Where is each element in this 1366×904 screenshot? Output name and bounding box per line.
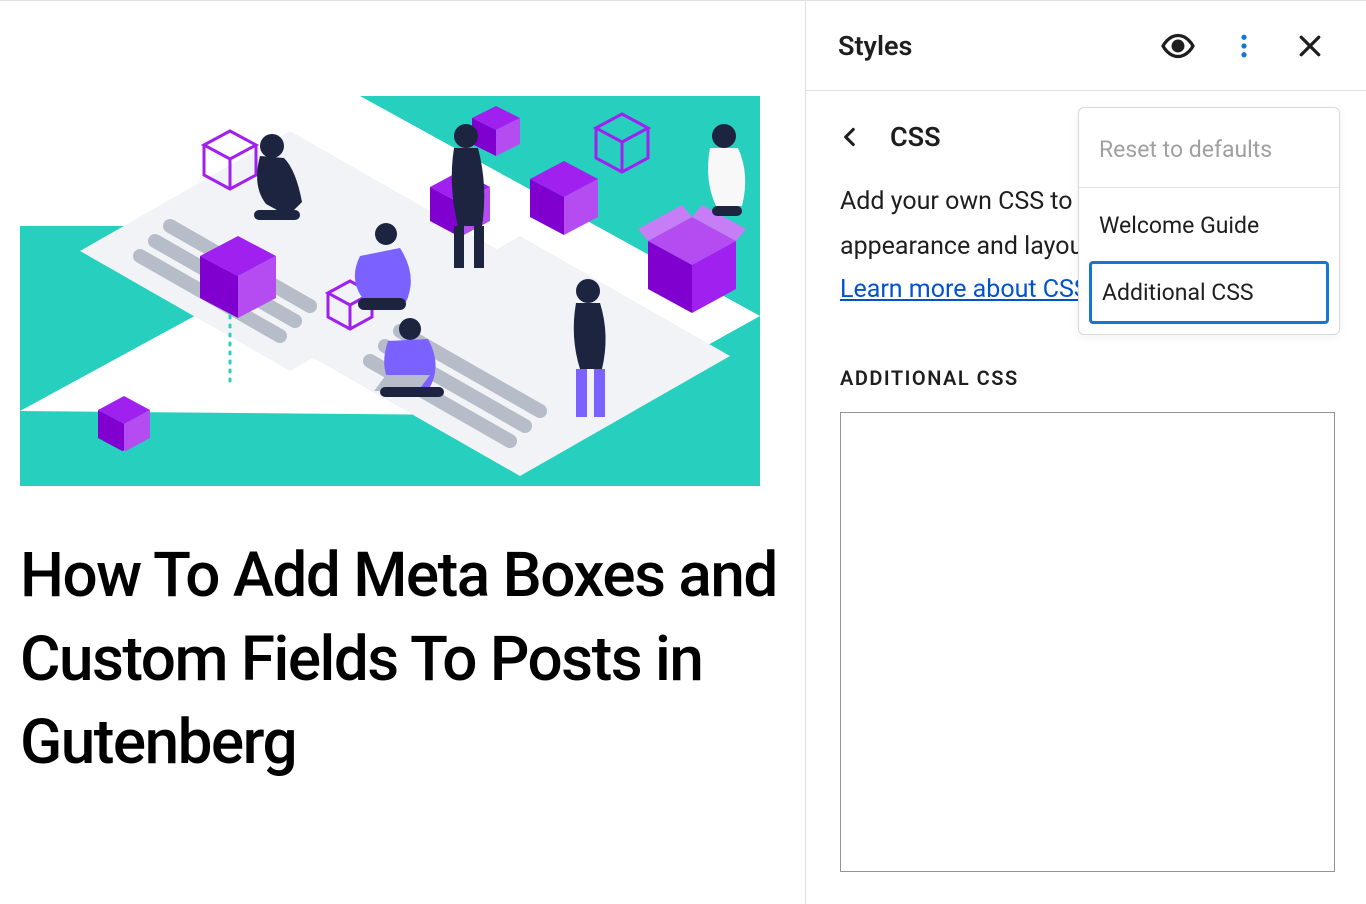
- menu-item-reset-defaults: Reset to defaults: [1079, 118, 1339, 181]
- close-sidebar-button[interactable]: [1286, 22, 1334, 70]
- learn-more-link[interactable]: Learn more about CSS: [840, 275, 1089, 304]
- back-button[interactable]: [834, 121, 866, 153]
- chevron-left-icon: [837, 124, 863, 150]
- editor-canvas[interactable]: How To Add Meta Boxes and Custom Fields …: [0, 1, 806, 904]
- menu-item-welcome-guide[interactable]: Welcome Guide: [1079, 194, 1339, 257]
- sidebar-header: Styles: [806, 1, 1366, 91]
- kebab-icon: [1229, 31, 1259, 61]
- menu-separator: [1079, 187, 1339, 188]
- menu-item-additional-css[interactable]: Additional CSS: [1089, 261, 1329, 324]
- subpanel-title: CSS: [890, 121, 941, 153]
- additional-css-label: ADDITIONAL CSS: [840, 366, 1332, 390]
- options-menu: Reset to defaults Welcome Guide Addition…: [1078, 107, 1340, 335]
- sidebar-title: Styles: [838, 30, 1154, 62]
- styles-sidebar: Styles CSS Add your own CSS to customize…: [806, 1, 1366, 904]
- close-icon: [1295, 31, 1325, 61]
- more-options-button[interactable]: [1220, 22, 1268, 70]
- post-title[interactable]: How To Add Meta Boxes and Custom Fields …: [20, 534, 785, 785]
- featured-image[interactable]: [20, 96, 760, 486]
- style-book-button[interactable]: [1154, 22, 1202, 70]
- additional-css-textarea[interactable]: [840, 412, 1335, 872]
- eye-icon: [1160, 28, 1196, 64]
